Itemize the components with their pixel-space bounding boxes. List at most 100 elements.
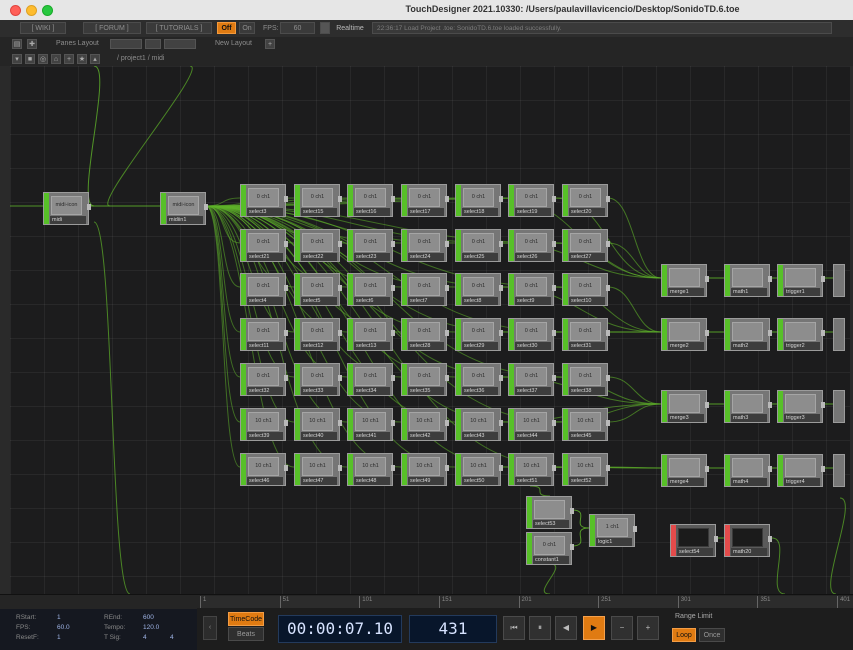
output-connector[interactable]: [445, 285, 449, 291]
operator-name[interactable]: logic1: [596, 538, 632, 546]
layout-preset-1[interactable]: [110, 39, 142, 49]
operator-node[interactable]: 0 ch1 select35: [401, 363, 449, 396]
output-connector[interactable]: [768, 330, 772, 336]
operator-name[interactable]: select22: [301, 253, 337, 261]
output-connector[interactable]: [552, 330, 556, 336]
operator-node[interactable]: 10 ch1 select43: [455, 408, 503, 441]
operator-node[interactable]: select54: [670, 524, 718, 557]
operator-node[interactable]: 0 ch1 select6: [347, 273, 395, 306]
output-connector[interactable]: [445, 375, 449, 381]
operator-flag-bar[interactable]: [725, 319, 730, 350]
output-connector[interactable]: [821, 402, 825, 408]
stop-icon[interactable]: ■: [25, 54, 35, 64]
operator-flag-bar[interactable]: [402, 274, 407, 305]
operator-flag-bar[interactable]: [295, 319, 300, 350]
output-connector[interactable]: [499, 241, 503, 247]
operator-name[interactable]: math3: [731, 414, 767, 422]
operator-node[interactable]: 0 ch1 select25: [455, 229, 503, 262]
operator-name[interactable]: trigger1: [784, 288, 820, 296]
operator-name[interactable]: select51: [515, 477, 551, 485]
output-connector[interactable]: [768, 466, 772, 472]
operator-name[interactable]: select33: [301, 387, 337, 395]
operator-name[interactable]: constant1: [533, 556, 569, 564]
output-connector[interactable]: [284, 420, 288, 426]
output-connector[interactable]: [821, 466, 825, 472]
output-connector[interactable]: [606, 285, 610, 291]
operator-name[interactable]: select13: [354, 342, 390, 350]
operator-node[interactable]: math4: [724, 454, 772, 487]
operator-name[interactable]: select36: [462, 387, 498, 395]
operator-flag-bar[interactable]: [563, 274, 568, 305]
operator-name[interactable]: select39: [247, 432, 283, 440]
output-connector[interactable]: [570, 544, 574, 550]
operator-node[interactable]: merge3: [661, 390, 709, 423]
operator-flag-bar[interactable]: [295, 454, 300, 485]
operator-node[interactable]: 0 ch1 select5: [294, 273, 342, 306]
chevron-down-icon[interactable]: ▾: [12, 54, 22, 64]
operator-node[interactable]: 0 ch1 constant1: [526, 532, 574, 565]
operator-node[interactable]: 0 ch1 select23: [347, 229, 395, 262]
operator-flag-bar[interactable]: [563, 319, 568, 350]
operator-flag-bar[interactable]: [563, 230, 568, 261]
fps-info-value[interactable]: 60.0: [57, 624, 70, 631]
layout-preset-3[interactable]: [164, 39, 196, 49]
operator-flag-bar[interactable]: [295, 185, 300, 216]
fps-field[interactable]: 60: [280, 22, 315, 34]
operator-name[interactable]: trigger3: [784, 414, 820, 422]
rewind-button[interactable]: ⏮: [503, 616, 525, 640]
operator-name[interactable]: select16: [354, 208, 390, 216]
operator-flag-bar[interactable]: [348, 274, 353, 305]
operator-flag-bar[interactable]: [563, 409, 568, 440]
output-connector[interactable]: [284, 241, 288, 247]
operator-name[interactable]: math20: [731, 548, 767, 556]
operator-node[interactable]: 10 ch1 select50: [455, 453, 503, 486]
output-connector[interactable]: [633, 526, 637, 532]
operator-node[interactable]: 10 ch1 select39: [240, 408, 288, 441]
operator-node[interactable]: trigger2: [777, 318, 825, 351]
operator-node-clipped[interactable]: [833, 390, 845, 423]
operator-node[interactable]: 0 ch1 select7: [401, 273, 449, 306]
output-connector[interactable]: [606, 196, 610, 202]
output-connector[interactable]: [391, 330, 395, 336]
output-connector[interactable]: [445, 196, 449, 202]
operator-name[interactable]: select19: [515, 208, 551, 216]
operator-node[interactable]: 0 ch1 select26: [508, 229, 556, 262]
add-layout-button[interactable]: +: [265, 39, 275, 49]
operator-name[interactable]: select44: [515, 432, 551, 440]
operator-name[interactable]: select46: [247, 477, 283, 485]
wiki-button[interactable]: [ WIKI ]: [20, 22, 66, 34]
output-connector[interactable]: [714, 536, 718, 542]
operator-flag-bar[interactable]: [402, 319, 407, 350]
operator-node[interactable]: 0 ch1 select29: [455, 318, 503, 351]
output-connector[interactable]: [338, 420, 342, 426]
operator-name[interactable]: math2: [731, 342, 767, 350]
operator-flag-bar[interactable]: [662, 265, 667, 296]
output-connector[interactable]: [499, 285, 503, 291]
output-connector[interactable]: [338, 330, 342, 336]
operator-node[interactable]: 10 ch1 select46: [240, 453, 288, 486]
operator-node[interactable]: 0 ch1 select4: [240, 273, 288, 306]
operator-node[interactable]: 0 ch1 select28: [401, 318, 449, 351]
play-button[interactable]: ▶: [583, 616, 605, 640]
output-connector[interactable]: [499, 196, 503, 202]
output-connector[interactable]: [606, 330, 610, 336]
output-connector[interactable]: [499, 465, 503, 471]
operator-flag-bar[interactable]: [778, 455, 783, 486]
operator-node[interactable]: 0 ch1 select38: [562, 363, 610, 396]
output-connector[interactable]: [499, 420, 503, 426]
operator-node[interactable]: math2: [724, 318, 772, 351]
operator-name[interactable]: select31: [569, 342, 605, 350]
operator-name[interactable]: merge3: [668, 414, 704, 422]
output-connector[interactable]: [338, 465, 342, 471]
output-connector[interactable]: [338, 375, 342, 381]
output-connector[interactable]: [768, 402, 772, 408]
operator-node[interactable]: 0 ch1 select34: [347, 363, 395, 396]
network-path[interactable]: / project1 / midi: [117, 55, 164, 62]
operator-flag-bar[interactable]: [348, 230, 353, 261]
operator-name[interactable]: merge1: [668, 288, 704, 296]
output-connector[interactable]: [284, 375, 288, 381]
output-connector[interactable]: [284, 285, 288, 291]
operator-flag-bar[interactable]: [295, 230, 300, 261]
operator-name[interactable]: trigger2: [784, 342, 820, 350]
beats-toggle[interactable]: Beats: [228, 627, 264, 641]
